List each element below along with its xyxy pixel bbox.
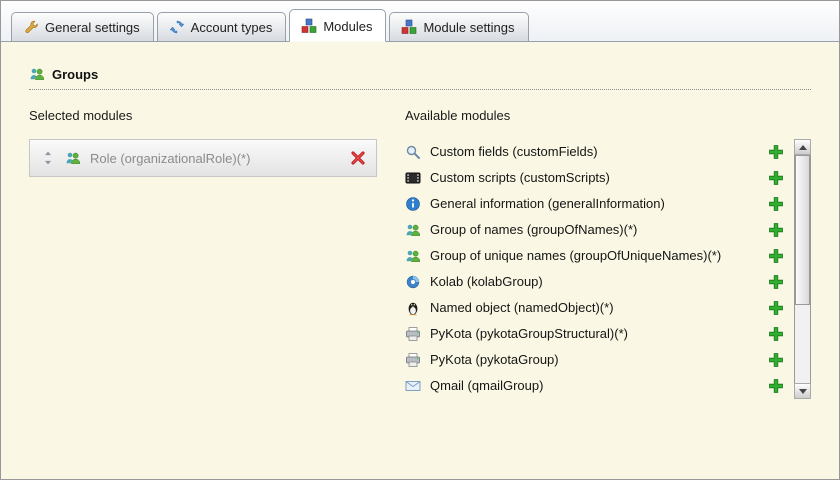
- plus-icon: [768, 248, 784, 264]
- info-icon: [405, 196, 421, 212]
- add-module-button[interactable]: [768, 274, 784, 290]
- selected-module-label: Role (organizationalRole)(*): [90, 150, 251, 166]
- group-icon: [29, 66, 45, 82]
- selected-modules-heading: Selected modules: [29, 108, 133, 123]
- module-label: Kolab (kolabGroup): [430, 274, 543, 290]
- available-module-row: Qmail (qmailGroup): [405, 373, 790, 399]
- group-icon: [405, 222, 421, 238]
- module-label: Group of unique names (groupOfUniqueName…: [430, 248, 722, 264]
- modules-tab-content: Groups Selected modules Role (organizati…: [1, 42, 839, 479]
- up-arrow-icon: [799, 145, 807, 150]
- add-module-button[interactable]: [768, 144, 784, 160]
- available-module-row: Named object (namedObject)(*): [405, 295, 790, 321]
- module-label: General information (generalInformation): [430, 196, 665, 212]
- available-modules-scrollbar[interactable]: [794, 139, 811, 399]
- penguin-icon: [405, 300, 421, 316]
- plus-icon: [768, 352, 784, 368]
- available-module-row: General information (generalInformation): [405, 191, 790, 217]
- plus-icon: [768, 222, 784, 238]
- module-label: Custom fields (customFields): [430, 144, 598, 160]
- kolab-icon: [405, 274, 421, 290]
- available-module-row: Group of names (groupOfNames)(*): [405, 217, 790, 243]
- available-module-row: PyKota (pykotaGroupStructural)(*): [405, 321, 790, 347]
- tab-modules[interactable]: Modules: [289, 9, 387, 42]
- scrollbar-thumb[interactable]: [795, 155, 810, 305]
- remove-module-button[interactable]: [350, 150, 366, 166]
- lam-config-window: General settings Account types Modules M…: [0, 0, 840, 480]
- available-modules-heading: Available modules: [405, 108, 511, 123]
- plus-icon: [768, 144, 784, 160]
- module-label: Custom scripts (customScripts): [430, 170, 610, 186]
- module-label: PyKota (pykotaGroup): [430, 352, 559, 368]
- tab-label: Modules: [323, 18, 373, 34]
- page-title: Groups: [52, 66, 99, 82]
- plus-icon: [768, 378, 784, 394]
- tab-bar: General settings Account types Modules M…: [1, 1, 839, 42]
- add-module-button[interactable]: [768, 352, 784, 368]
- add-module-button[interactable]: [768, 196, 784, 212]
- tab-account-types[interactable]: Account types: [156, 12, 287, 41]
- module-label: Qmail (qmailGroup): [430, 378, 544, 394]
- available-module-row: Custom fields (customFields): [405, 139, 790, 165]
- available-module-row: Kolab (kolabGroup): [405, 269, 790, 295]
- plus-icon: [768, 196, 784, 212]
- add-module-button[interactable]: [768, 326, 784, 342]
- available-module-row: Custom scripts (customScripts): [405, 165, 790, 191]
- module-label: Group of names (groupOfNames)(*): [430, 222, 638, 238]
- plus-icon: [768, 274, 784, 290]
- wrench-icon: [23, 19, 39, 35]
- printer-icon: [405, 352, 421, 368]
- scroll-down-button[interactable]: [794, 383, 811, 399]
- selected-module-row[interactable]: Role (organizationalRole)(*): [29, 139, 377, 177]
- add-module-button[interactable]: [768, 170, 784, 186]
- add-module-button[interactable]: [768, 300, 784, 316]
- tab-label: General settings: [45, 19, 140, 35]
- scroll-up-button[interactable]: [794, 139, 811, 155]
- plus-icon: [768, 300, 784, 316]
- account-types-icon: [169, 19, 185, 35]
- printer-icon: [405, 326, 421, 342]
- tab-label: Module settings: [423, 19, 515, 35]
- delete-icon: [350, 150, 366, 166]
- available-modules-panel: Available modules Custom fields (customF…: [405, 108, 811, 399]
- scrollbar-track[interactable]: [795, 154, 810, 383]
- move-handle-icon[interactable]: [40, 150, 56, 166]
- add-module-button[interactable]: [768, 222, 784, 238]
- selected-modules-panel: Selected modules Role (organizationalRol…: [29, 108, 377, 399]
- add-module-button[interactable]: [768, 248, 784, 264]
- tab-module-settings[interactable]: Module settings: [389, 12, 529, 41]
- plus-icon: [768, 170, 784, 186]
- module-label: PyKota (pykotaGroupStructural)(*): [430, 326, 628, 342]
- plus-icon: [768, 326, 784, 342]
- module-settings-icon: [401, 19, 417, 35]
- tab-label: Account types: [190, 19, 273, 35]
- modules-icon: [301, 18, 317, 34]
- group-icon: [65, 150, 81, 166]
- script-icon: [405, 170, 421, 186]
- group-icon: [405, 248, 421, 264]
- module-label: Named object (namedObject)(*): [430, 300, 614, 316]
- groups-section-header: Groups: [29, 66, 811, 90]
- magnifier-icon: [405, 144, 421, 160]
- tab-general-settings[interactable]: General settings: [11, 12, 154, 41]
- available-module-row: PyKota (pykotaGroup): [405, 347, 790, 373]
- mail-icon: [405, 378, 421, 394]
- available-module-row: Group of unique names (groupOfUniqueName…: [405, 243, 790, 269]
- available-modules-list: Custom fields (customFields) Custom scri…: [405, 139, 790, 399]
- down-arrow-icon: [799, 389, 807, 394]
- add-module-button[interactable]: [768, 378, 784, 394]
